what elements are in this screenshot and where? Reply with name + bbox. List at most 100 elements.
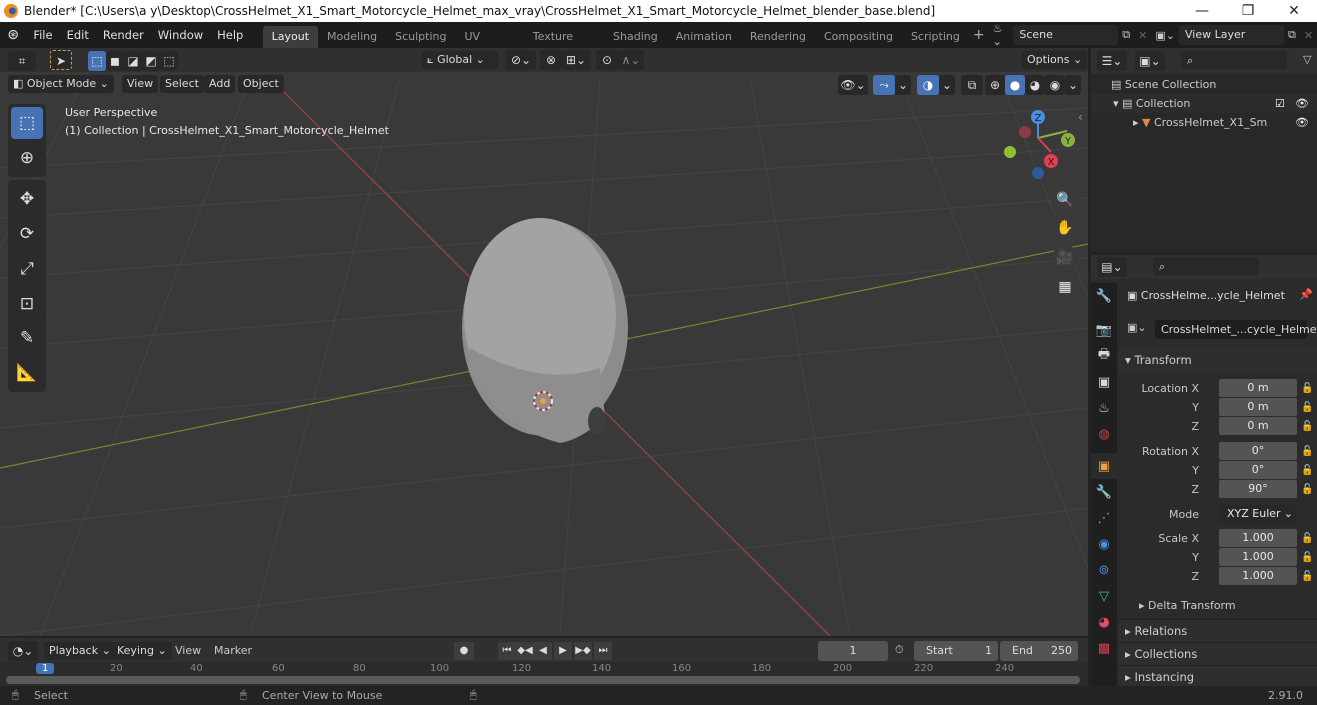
transform-tool-icon[interactable]: ⊡ [11, 288, 43, 320]
navigation-gizmo[interactable]: Z Y X [995, 103, 1085, 193]
lock-icon[interactable]: 🔓 [1301, 480, 1313, 499]
jump-start-button[interactable]: ⏮ [498, 642, 516, 660]
visibility-eye-icon[interactable]: 👁 [1295, 113, 1309, 132]
rotate-tool-icon[interactable]: ⟳ [11, 218, 43, 250]
tab-sculpting[interactable]: Sculpting [386, 26, 455, 48]
zoom-view-icon[interactable]: 🔍 [1052, 187, 1078, 213]
record-button[interactable]: ● [454, 642, 474, 660]
material-shading-icon[interactable]: ◕ [1025, 75, 1045, 95]
proportional-edit-icon[interactable]: ⊙ [596, 50, 618, 70]
sidebar-toggle-icon[interactable]: ‹ [1078, 110, 1083, 124]
particles-tab-icon[interactable]: ⋰ [1091, 505, 1117, 531]
properties-type-icon[interactable]: ▤⌄ [1097, 257, 1127, 277]
end-frame-field[interactable]: End 250 [1000, 641, 1078, 661]
timeline-view-menu[interactable]: View [175, 644, 201, 657]
lock-icon[interactable]: 🔓 [1301, 379, 1313, 398]
select-invert-icon[interactable]: ◩ [142, 51, 160, 71]
pin-icon[interactable]: 📌 [1299, 288, 1313, 301]
lock-icon[interactable]: 🔓 [1301, 442, 1313, 461]
prev-keyframe-button[interactable]: ◆◀ [516, 642, 534, 660]
marker-menu[interactable]: Marker [214, 644, 252, 657]
gizmo-toggle-icon[interactable]: ⤳ [873, 75, 895, 95]
tab-shading[interactable]: Shading [604, 26, 667, 48]
view-layer-tab-icon[interactable]: ▣ [1091, 369, 1117, 395]
start-frame-field[interactable]: Start 1 [914, 641, 998, 661]
annotate-tool-icon[interactable]: ✎ [11, 322, 43, 354]
menu-view[interactable]: View [122, 75, 159, 93]
rendered-shading-icon[interactable]: ◉ [1045, 75, 1065, 95]
object-tab-icon[interactable]: ▣ [1091, 453, 1117, 479]
menu-edit[interactable]: Edit [60, 22, 96, 48]
scene-tab-icon[interactable]: ♨ [1091, 395, 1117, 421]
world-tab-icon[interactable]: ◍ [1091, 421, 1117, 447]
lock-icon[interactable]: 🔓 [1301, 529, 1313, 548]
scale-x-field[interactable]: 1.000 [1219, 529, 1297, 547]
instancing-panel-header[interactable]: ▸ Instancing [1119, 665, 1317, 688]
object-mode-dropdown[interactable]: ◧ Object Mode ⌄ [8, 75, 114, 93]
view-layer-field[interactable]: View Layer [1179, 25, 1284, 45]
delta-transform-subpanel[interactable]: ▸ Delta Transform [1139, 599, 1236, 612]
display-mode-icon[interactable]: ▣⌄ [1135, 51, 1165, 71]
snap-toggle-icon[interactable]: ⊗ [540, 50, 562, 70]
play-button[interactable]: ▶ [554, 642, 572, 660]
relations-panel-header[interactable]: ▸ Relations [1119, 619, 1317, 642]
timeline-type-icon[interactable]: ◔⌄ [8, 641, 38, 661]
material-tab-icon[interactable]: ◕ [1091, 609, 1117, 635]
cursor-tool-icon[interactable]: ⊕ [11, 142, 43, 174]
tab-layout[interactable]: Layout [262, 26, 319, 48]
render-tab-icon[interactable]: 📷 [1091, 317, 1117, 343]
lock-icon[interactable]: 🔓 [1301, 548, 1313, 567]
rotation-x-field[interactable]: 0° [1219, 442, 1297, 460]
exclude-checkbox[interactable]: ☑ [1275, 94, 1285, 113]
select-extend-icon[interactable]: ◼ [106, 51, 124, 71]
object-data-icon[interactable]: ▣⌄ [1127, 321, 1147, 334]
scale-z-field[interactable]: 1.000 [1219, 567, 1297, 585]
tab-rendering[interactable]: Rendering [741, 26, 815, 48]
tab-animation[interactable]: Animation [667, 26, 741, 48]
output-tab-icon[interactable]: 🖶 [1091, 343, 1117, 369]
options-dropdown[interactable]: Options ⌄ [1022, 51, 1088, 69]
scene-field[interactable]: Scene [1013, 25, 1119, 45]
rotation-y-field[interactable]: 0° [1219, 461, 1297, 479]
measure-tool-icon[interactable]: 📐 [11, 357, 43, 389]
location-y-field[interactable]: 0 m [1219, 398, 1297, 416]
scale-tool-icon[interactable]: ⤢ [11, 253, 43, 285]
rotation-z-field[interactable]: 90° [1219, 480, 1297, 498]
select-new-icon[interactable]: ⬚ [88, 51, 106, 71]
location-z-field[interactable]: 0 m [1219, 417, 1297, 435]
playback-menu[interactable]: Playback ⌄ [44, 642, 116, 660]
play-reverse-button[interactable]: ◀ [534, 642, 552, 660]
lock-icon[interactable]: 🔓 [1301, 417, 1313, 436]
collections-panel-header[interactable]: ▸ Collections [1119, 642, 1317, 665]
menu-file[interactable]: File [26, 22, 59, 48]
object-name-field[interactable]: CrossHelmet_...cycle_Helmet [1155, 320, 1317, 339]
outliner-item-scene-collection[interactable]: ▤ Scene Collection [1091, 75, 1317, 94]
rotation-mode-dropdown[interactable]: XYZ Euler ⌄ [1219, 505, 1297, 523]
playhead[interactable]: 1 [36, 663, 55, 674]
view-layer-icon[interactable]: ▣⌄ [1151, 29, 1179, 42]
shading-dropdown-icon[interactable]: ⌄ [1065, 75, 1081, 95]
close-button[interactable]: ✕ [1271, 3, 1317, 19]
blender-menu-icon[interactable]: ⊛ [0, 27, 26, 43]
filter-icon[interactable]: ▽ [1303, 53, 1311, 66]
outliner-item-collection[interactable]: ▾ ▤ Collection ☑ 👁 [1091, 94, 1317, 113]
pan-view-icon[interactable]: ✋ [1052, 215, 1078, 241]
tab-texture-paint[interactable]: Texture Paint [524, 26, 604, 65]
select-box-tool-icon[interactable]: ⬚ [11, 107, 43, 139]
overlay-toggle-icon[interactable]: ◑ [917, 75, 939, 95]
solid-shading-icon[interactable]: ● [1005, 75, 1025, 95]
menu-add[interactable]: Add [204, 75, 236, 93]
editor-type-icon[interactable]: ⌗ [8, 51, 36, 71]
select-subtract-icon[interactable]: ◪ [124, 51, 142, 71]
select-intersect-icon[interactable]: ⬚ [160, 51, 178, 71]
tab-modeling[interactable]: Modeling [318, 26, 386, 48]
menu-render[interactable]: Render [96, 22, 151, 48]
3d-viewport[interactable]: ⌗ ➤ ⬚ ◼ ◪ ◩ ⬚ ⟀ Global ⌄ ⊘⌄ ⊗ ⊞⌄ ⊙ ∧⌄ Op… [0, 48, 1088, 636]
menu-help[interactable]: Help [210, 22, 250, 48]
outliner-type-icon[interactable]: ☰⌄ [1097, 51, 1127, 71]
new-view-layer-icon[interactable]: ⧉ [1284, 28, 1300, 42]
tab-uv-editing[interactable]: UV Editing [455, 26, 523, 65]
delete-view-layer-icon[interactable]: ✕ [1300, 29, 1317, 42]
keying-menu[interactable]: Keying ⌄ [112, 642, 172, 660]
new-scene-icon[interactable]: ⧉ [1118, 28, 1134, 42]
